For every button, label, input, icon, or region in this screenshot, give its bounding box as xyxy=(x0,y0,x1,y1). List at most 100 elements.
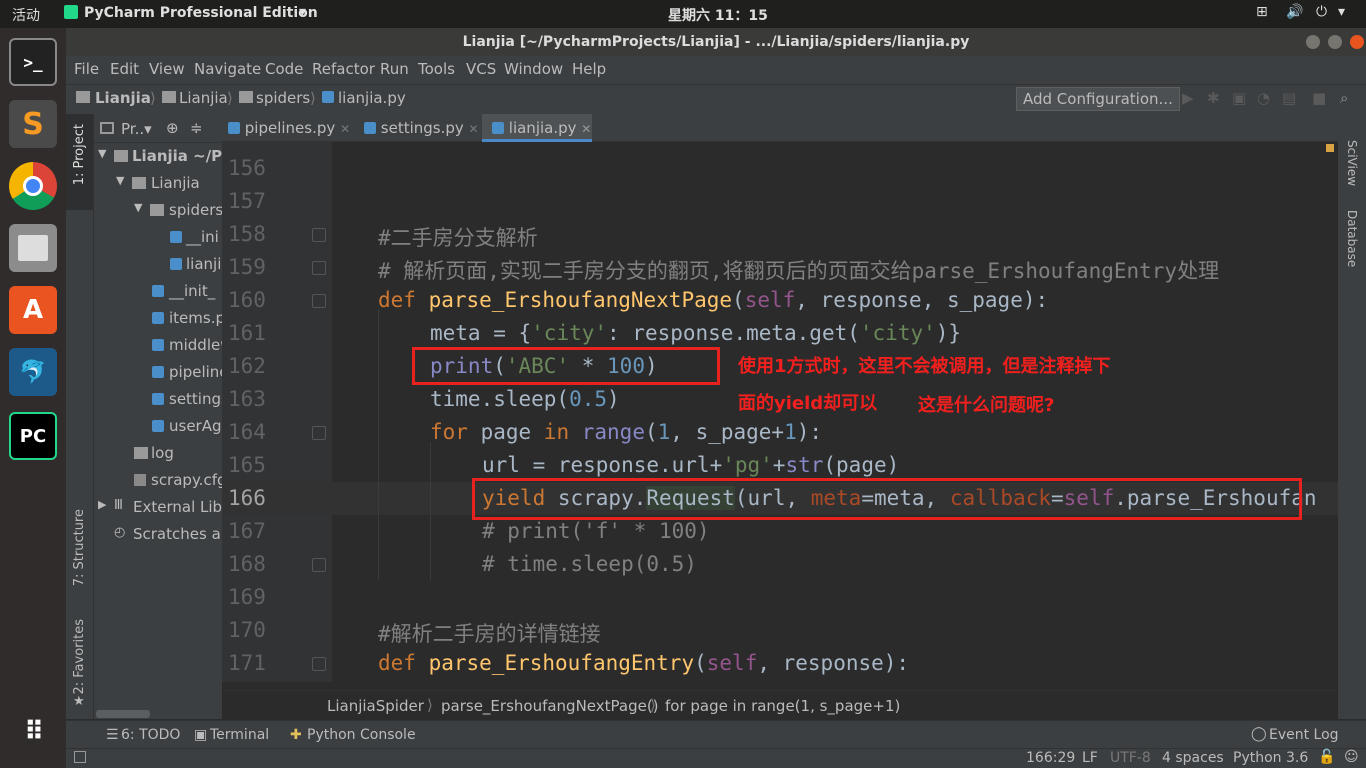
tree-item-project-root[interactable]: Lianjia ~/Py xyxy=(132,147,222,165)
show-applications-icon[interactable]: ⠿ xyxy=(9,708,57,756)
lock-icon[interactable]: 🔓 xyxy=(1318,749,1335,765)
inspector-icon[interactable]: ☺ xyxy=(1344,749,1359,765)
search-icon[interactable]: ⌕ xyxy=(1340,89,1348,107)
tree-item-log[interactable]: log xyxy=(151,444,174,462)
file-manager-icon[interactable] xyxy=(9,224,57,272)
collapse-icon[interactable]: ≑ xyxy=(190,119,203,137)
python-interpreter[interactable]: Python 3.6 xyxy=(1233,750,1308,766)
tree-item-external-libraries[interactable]: External Libr xyxy=(133,498,222,516)
stop-icon[interactable]: ■ xyxy=(1312,89,1326,107)
menu-refactor[interactable]: Refactor xyxy=(312,60,375,78)
tree-item-spiders-init[interactable]: __ini xyxy=(186,228,219,246)
chevron-right-icon: ⟩ xyxy=(427,696,433,714)
file-encoding[interactable]: UTF-8 xyxy=(1110,750,1151,766)
profile-icon[interactable]: ◔ xyxy=(1257,89,1270,107)
fold-marker-icon[interactable] xyxy=(312,228,326,242)
tab-pipelines[interactable]: pipelines.py ✕ xyxy=(228,114,354,142)
menu-view[interactable]: View xyxy=(149,60,185,78)
fold-marker-icon[interactable] xyxy=(312,294,326,308)
menu-edit[interactable]: Edit xyxy=(110,60,139,78)
menu-code[interactable]: Code xyxy=(265,60,303,78)
tool-window-todo[interactable]: 6: TODO xyxy=(121,727,180,743)
coverage-icon[interactable]: ▣ xyxy=(1232,89,1246,107)
close-icon[interactable] xyxy=(1350,35,1364,49)
tool-window-structure[interactable]: 7: Structure xyxy=(72,509,87,586)
indent-setting[interactable]: 4 spaces xyxy=(1162,750,1224,766)
crumb-file[interactable]: lianjia.py xyxy=(338,89,406,107)
toggle-tool-windows-icon[interactable] xyxy=(74,751,86,763)
tool-window-python-console[interactable]: Python Console xyxy=(307,727,416,743)
tree-item-package[interactable]: Lianjia xyxy=(151,174,200,192)
crumb-class[interactable]: LianjiaSpider xyxy=(327,697,424,715)
tool-window-event-log[interactable]: Event Log xyxy=(1269,727,1339,743)
tree-item-init[interactable]: __init_ xyxy=(169,282,215,300)
menu-vcs[interactable]: VCS xyxy=(466,60,496,78)
sublime-text-icon[interactable]: S xyxy=(9,100,57,148)
terminal-icon[interactable]: >_ xyxy=(9,38,57,86)
add-configuration-button[interactable]: Add Configuration... xyxy=(1016,87,1180,111)
clock[interactable]: 星期六 11：15 xyxy=(668,5,768,25)
tree-item-middlewares[interactable]: middlew xyxy=(169,336,222,354)
crumb-method[interactable]: parse_ErshoufangNextPage() xyxy=(441,697,659,715)
tree-expand-icon[interactable]: ▼ xyxy=(116,174,124,187)
power-icon[interactable]: ⏻ xyxy=(1316,4,1327,20)
tool-window-favorites[interactable]: 2: Favorites xyxy=(72,619,87,695)
chevron-down-icon[interactable]: ▾ xyxy=(1338,4,1345,20)
tab-lianjia[interactable]: lianjia.py ✕ xyxy=(482,114,592,142)
crumb-spiders[interactable]: spiders xyxy=(256,89,310,107)
fold-marker-icon[interactable] xyxy=(312,261,326,275)
python-file-icon xyxy=(152,366,164,378)
fold-marker-icon[interactable] xyxy=(312,558,326,572)
menu-window[interactable]: Window xyxy=(504,60,563,78)
volume-icon[interactable]: 🔊 xyxy=(1286,4,1303,20)
project-view-selector[interactable]: Pr..▾ xyxy=(121,120,152,138)
tool-window-database[interactable]: Database xyxy=(1345,210,1359,267)
mysql-workbench-icon[interactable]: 🐬 xyxy=(9,348,57,396)
tree-item-scratches[interactable]: Scratches an xyxy=(133,525,222,543)
line-separator[interactable]: LF xyxy=(1082,750,1098,766)
menu-help[interactable]: Help xyxy=(572,60,606,78)
menu-run[interactable]: Run xyxy=(380,60,409,78)
network-icon[interactable]: ⊞ xyxy=(1256,4,1268,20)
app-menu[interactable]: PyCharm Professional Edition xyxy=(84,5,318,21)
tree-expand-icon[interactable]: ▼ xyxy=(98,147,106,160)
locate-icon[interactable]: ⊕ xyxy=(166,119,179,137)
menu-tools[interactable]: Tools xyxy=(418,60,455,78)
tree-item-spiders[interactable]: spiders xyxy=(169,201,222,219)
software-center-icon[interactable]: A xyxy=(9,286,57,334)
tool-window-project[interactable]: 1: Project xyxy=(72,124,87,185)
maximize-icon[interactable] xyxy=(1328,35,1342,49)
menu-navigate[interactable]: Navigate xyxy=(194,60,261,78)
close-tab-icon[interactable]: ✕ xyxy=(340,122,350,136)
tree-item-settings[interactable]: settings xyxy=(169,390,222,408)
tool-window-terminal[interactable]: Terminal xyxy=(210,727,269,743)
code-line-165: url = response.url+'pg'+str(page) xyxy=(482,453,900,477)
close-tab-icon[interactable]: ✕ xyxy=(581,122,591,136)
tree-item-pipelines[interactable]: pipeline xyxy=(169,363,222,381)
menu-file[interactable]: File xyxy=(74,60,99,78)
cursor-position[interactable]: 166:29 xyxy=(1026,750,1075,766)
tree-item-useragent[interactable]: userAge xyxy=(169,417,222,435)
crumb-loop[interactable]: for page in range(1, s_page+1) xyxy=(665,697,900,715)
concurrency-icon[interactable]: ▤ xyxy=(1282,89,1296,107)
tab-settings[interactable]: settings.py ✕ xyxy=(364,114,482,142)
tree-item-items[interactable]: items.p xyxy=(169,309,222,327)
close-tab-icon[interactable]: ✕ xyxy=(469,122,479,136)
tree-expand-icon[interactable]: ▼ xyxy=(134,201,142,214)
run-icon[interactable]: ▶ xyxy=(1182,89,1194,107)
horizontal-scrollbar[interactable] xyxy=(96,710,150,718)
tree-collapse-icon[interactable]: ▶ xyxy=(98,498,106,511)
tool-window-sciview[interactable]: SciView xyxy=(1345,140,1359,186)
crumb-package[interactable]: Lianjia xyxy=(179,89,228,107)
minimize-icon[interactable] xyxy=(1306,35,1320,49)
tree-item-scrapy-cfg[interactable]: scrapy.cfg xyxy=(151,471,222,489)
fold-marker-icon[interactable] xyxy=(312,426,326,440)
chrome-icon[interactable] xyxy=(9,162,57,210)
debug-icon[interactable]: ✱ xyxy=(1207,89,1220,107)
crumb-project[interactable]: Lianjia xyxy=(95,89,151,107)
warning-marker-icon[interactable] xyxy=(1326,144,1334,152)
fold-marker-icon[interactable] xyxy=(312,657,326,671)
pycharm-dock-icon[interactable]: PC xyxy=(9,412,57,460)
tree-item-lianjia-py[interactable]: lianji xyxy=(186,255,221,273)
activities-button[interactable]: 活动 xyxy=(12,5,40,25)
